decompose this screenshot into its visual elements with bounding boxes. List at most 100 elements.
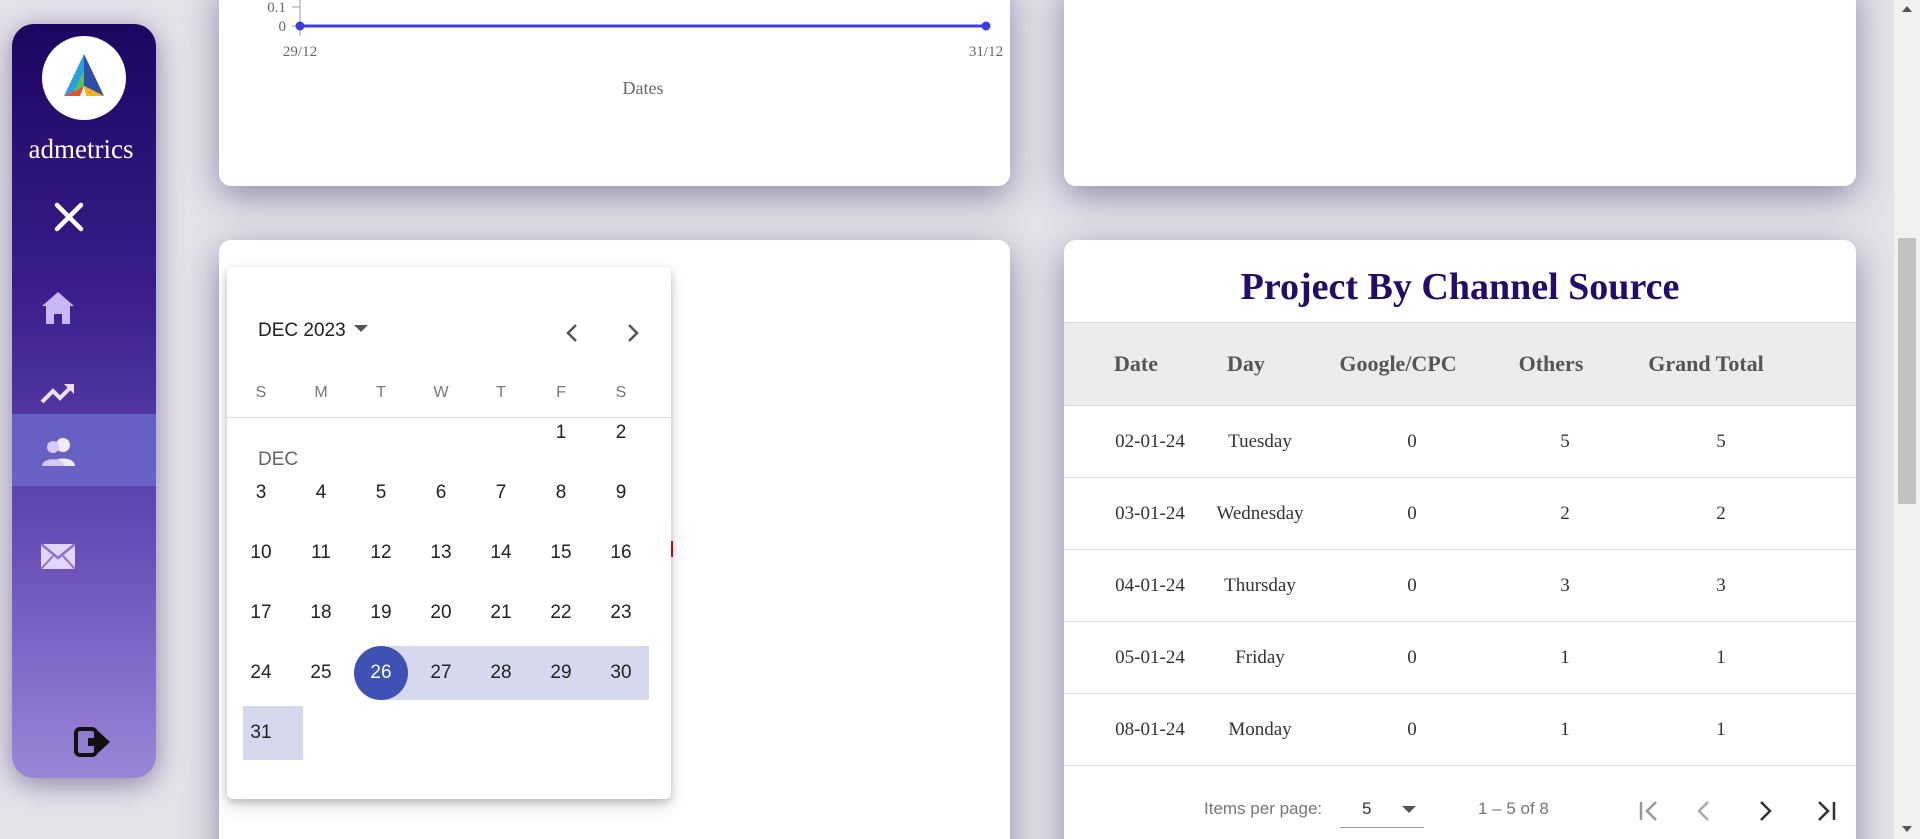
calendar-day-14[interactable]: 14 xyxy=(471,525,531,581)
last-page-button[interactable] xyxy=(1806,792,1846,830)
scrollbar-thumb[interactable] xyxy=(1898,238,1916,504)
x-tick-label: 29/12 xyxy=(283,44,317,60)
calendar-day-12[interactable]: 12 xyxy=(351,525,411,581)
calendar-day-9[interactable]: 9 xyxy=(591,465,651,521)
page-size-value: 5 xyxy=(1362,799,1372,818)
table-cell: 2 xyxy=(1716,503,1726,524)
weekday-label: T xyxy=(376,384,386,401)
mail-icon xyxy=(40,543,76,570)
chevron-right-icon xyxy=(628,324,639,342)
scroll-down-icon[interactable] xyxy=(1900,822,1914,836)
brand-name: admetrics xyxy=(28,134,134,164)
scroll-up-icon[interactable] xyxy=(1900,2,1914,16)
x-tick-label: 31/12 xyxy=(969,44,1003,60)
caret-down-icon xyxy=(1402,806,1416,813)
first-page-icon xyxy=(1639,801,1657,821)
previous-page-button[interactable] xyxy=(1684,792,1724,830)
page-size-select[interactable]: 5 xyxy=(1340,790,1424,828)
calendar-day-28[interactable]: 28 xyxy=(471,645,531,701)
table-cell: 0 xyxy=(1407,647,1417,668)
weekday-label: F xyxy=(556,384,566,401)
table-cell: 1 xyxy=(1716,647,1726,668)
table-cell: 3 xyxy=(1560,575,1570,596)
calendar-day-2[interactable]: 2 xyxy=(591,405,651,461)
next-page-button[interactable] xyxy=(1745,792,1785,830)
chevron-left-icon xyxy=(1697,801,1709,821)
sidebar-item-home[interactable] xyxy=(12,270,156,342)
calendar-day-16[interactable]: 16 xyxy=(591,525,651,581)
table-cell: 1 xyxy=(1560,647,1570,668)
calendar-day-3[interactable]: 3 xyxy=(231,465,291,521)
calendar-day-29[interactable]: 29 xyxy=(531,645,591,701)
calendar-day-18[interactable]: 18 xyxy=(291,585,351,641)
calendar-day-24[interactable]: 24 xyxy=(231,645,291,701)
table-cell: 3 xyxy=(1716,575,1726,596)
sidebar-item-audience[interactable] xyxy=(12,414,156,486)
calendar-day-20[interactable]: 20 xyxy=(411,585,471,641)
chevron-right-icon xyxy=(1760,801,1772,821)
table-cell: 0 xyxy=(1407,503,1417,524)
calendar-day-22[interactable]: 22 xyxy=(531,585,591,641)
calendar-day-26[interactable]: 26 xyxy=(351,645,411,701)
calendar-day-1[interactable]: 1 xyxy=(531,405,591,461)
line-chart: 0.1 0 29/12 31/12 Dates xyxy=(267,0,1003,98)
calendar-day-30[interactable]: 30 xyxy=(591,645,651,701)
previous-month-button[interactable] xyxy=(552,314,592,352)
calendar-day-23[interactable]: 23 xyxy=(591,585,651,641)
calendar-day-15[interactable]: 15 xyxy=(531,525,591,581)
calendar-day-4[interactable]: 4 xyxy=(291,465,351,521)
items-per-page-label: Items per page: xyxy=(1204,799,1323,818)
table-row: 02-01-24 Tuesday 0 5 5 xyxy=(1064,406,1856,478)
empty-card xyxy=(1064,0,1856,186)
table-cell: 5 xyxy=(1560,431,1570,452)
first-page-button[interactable] xyxy=(1629,792,1669,830)
table-row: 03-01-24 Wednesday 0 2 2 xyxy=(1064,478,1856,550)
calendar-day-27[interactable]: 27 xyxy=(411,645,471,701)
calendar-day-21[interactable]: 21 xyxy=(471,585,531,641)
calendar-day-6[interactable]: 6 xyxy=(411,465,471,521)
last-page-icon xyxy=(1818,801,1836,821)
caret-down-icon xyxy=(353,325,368,332)
table-cell: 0 xyxy=(1407,431,1417,452)
data-point xyxy=(295,21,305,31)
calendar-day-19[interactable]: 19 xyxy=(351,585,411,641)
sidebar: admetrics xyxy=(12,24,156,778)
sidebar-item-mail[interactable] xyxy=(12,518,156,590)
period-label: DEC 2023 xyxy=(258,320,346,341)
table-cell: Tuesday xyxy=(1228,431,1292,452)
column-header[interactable]: Others xyxy=(1461,351,1641,377)
calendar-day-17[interactable]: 17 xyxy=(231,585,291,641)
table-cell: 2 xyxy=(1560,503,1570,524)
period-selector[interactable]: DEC 2023 xyxy=(258,320,368,342)
close-icon[interactable] xyxy=(52,200,86,234)
datepicker-popup: DEC 2023 SMTWTFS DEC 1 2 3 4 5 6 7 8 9 10 11 12 13 14… xyxy=(227,267,671,799)
weekday-label: S xyxy=(255,384,267,401)
calendar-day-5[interactable]: 5 xyxy=(351,465,411,521)
table-cell: 1 xyxy=(1560,719,1570,740)
table-row: 08-01-24 Monday 0 1 1 xyxy=(1064,694,1856,766)
y-tick-label: 0.1 xyxy=(267,0,286,16)
calendar-day-7[interactable]: 7 xyxy=(471,465,531,521)
weekday-label: M xyxy=(314,384,328,401)
calendar-day-13[interactable]: 13 xyxy=(411,525,471,581)
people-icon xyxy=(42,438,75,466)
table-cell: 1 xyxy=(1716,719,1726,740)
calendar-day-31[interactable]: 31 xyxy=(231,705,291,761)
calendar-day-25[interactable]: 25 xyxy=(291,645,351,701)
table-row: 04-01-24 Thursday 0 3 3 xyxy=(1064,550,1856,622)
column-header[interactable]: Grand Total xyxy=(1616,351,1796,377)
next-month-button[interactable] xyxy=(613,314,653,352)
calendar-day-8[interactable]: 8 xyxy=(531,465,591,521)
table-cell: Wednesday xyxy=(1216,503,1304,524)
home-icon xyxy=(42,292,74,324)
table-cell: 5 xyxy=(1716,431,1726,452)
data-point xyxy=(981,21,991,31)
table-cell: 0 xyxy=(1407,719,1417,740)
table-cell: Thursday xyxy=(1224,575,1296,596)
table-cell: Monday xyxy=(1228,719,1292,740)
brand-logo xyxy=(42,36,126,120)
weekday-label: T xyxy=(496,384,506,401)
calendar-day-11[interactable]: 11 xyxy=(291,525,351,581)
logout-icon[interactable] xyxy=(74,724,112,760)
calendar-day-10[interactable]: 10 xyxy=(231,525,291,581)
